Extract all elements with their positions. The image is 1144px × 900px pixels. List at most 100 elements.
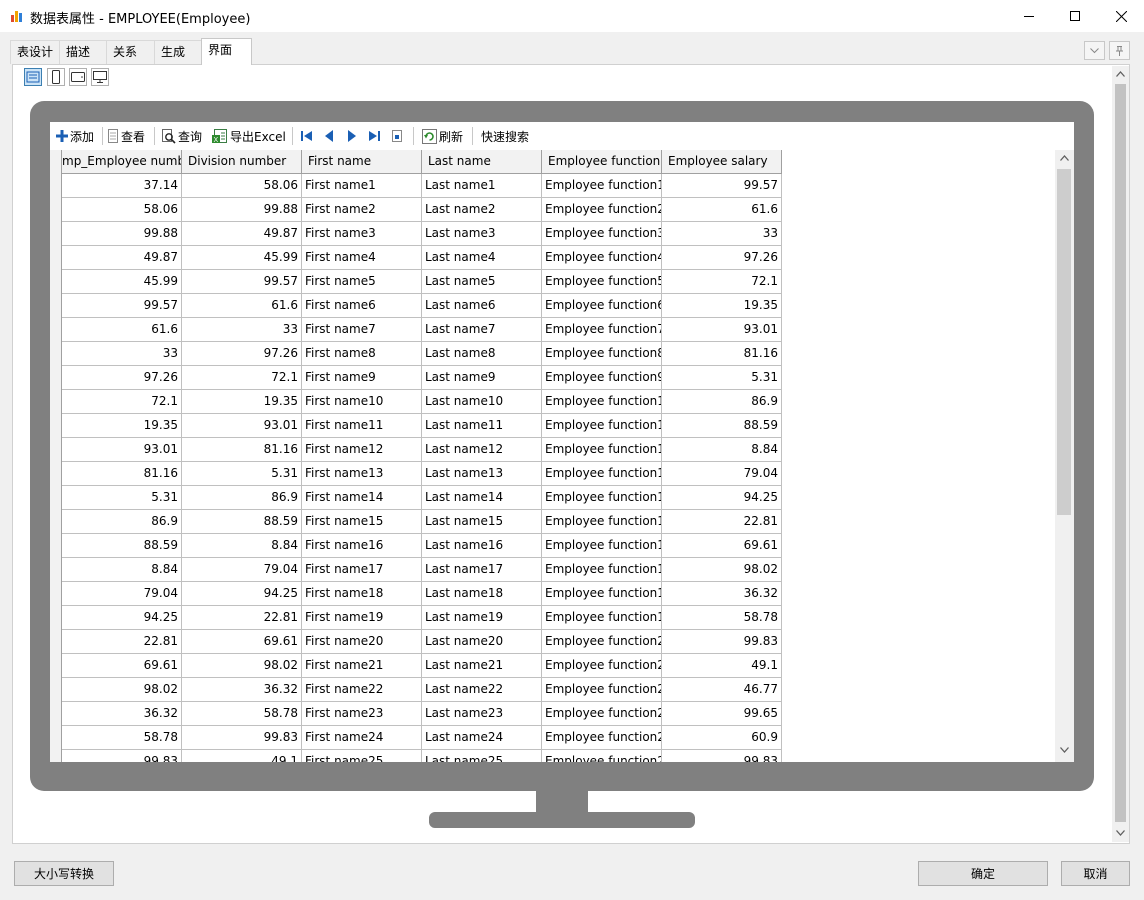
close-button[interactable]: [1098, 0, 1144, 32]
cell-emp-employee-number[interactable]: 19.35: [62, 414, 182, 438]
cell-employee-salary[interactable]: 61.6: [662, 198, 782, 222]
cell-last-name[interactable]: Last name13: [422, 462, 542, 486]
cell-employee-salary[interactable]: 97.26: [662, 246, 782, 270]
cell-employee-function[interactable]: Employee function1: [542, 414, 662, 438]
cell-last-name[interactable]: Last name7: [422, 318, 542, 342]
previous-record-button[interactable]: [323, 127, 335, 145]
data-grid[interactable]: mp_Employee numbe Division number First na…: [50, 150, 1055, 762]
cell-emp-employee-number[interactable]: 79.04: [62, 582, 182, 606]
cell-emp-employee-number[interactable]: 45.99: [62, 270, 182, 294]
cell-division-number[interactable]: 99.83: [182, 726, 302, 750]
cell-employee-salary[interactable]: 79.04: [662, 462, 782, 486]
cell-employee-salary[interactable]: 81.16: [662, 342, 782, 366]
ok-button[interactable]: 确定: [918, 861, 1048, 886]
cell-employee-function[interactable]: Employee function2: [542, 678, 662, 702]
cell-emp-employee-number[interactable]: 97.26: [62, 366, 182, 390]
cell-first-name[interactable]: First name19: [302, 606, 422, 630]
cell-employee-salary[interactable]: 8.84: [662, 438, 782, 462]
cell-division-number[interactable]: 69.61: [182, 630, 302, 654]
cell-employee-function[interactable]: Employee function1: [542, 462, 662, 486]
cell-last-name[interactable]: Last name3: [422, 222, 542, 246]
cell-emp-employee-number[interactable]: 99.83: [62, 750, 182, 762]
cell-division-number[interactable]: 94.25: [182, 582, 302, 606]
column-header-emp-employee-number[interactable]: mp_Employee numbe: [62, 150, 182, 174]
cell-division-number[interactable]: 19.35: [182, 390, 302, 414]
cell-last-name[interactable]: Last name23: [422, 702, 542, 726]
cell-employee-salary[interactable]: 22.81: [662, 510, 782, 534]
cell-first-name[interactable]: First name9: [302, 366, 422, 390]
cell-division-number[interactable]: 45.99: [182, 246, 302, 270]
cell-last-name[interactable]: Last name2: [422, 198, 542, 222]
cell-last-name[interactable]: Last name16: [422, 534, 542, 558]
cell-emp-employee-number[interactable]: 49.87: [62, 246, 182, 270]
cell-first-name[interactable]: First name15: [302, 510, 422, 534]
table-row[interactable]: 86.9 88.59 First name15 Last name15 Employee…: [62, 510, 782, 534]
panel-scroll-thumb[interactable]: [1115, 84, 1126, 822]
cell-last-name[interactable]: Last name11: [422, 414, 542, 438]
cell-division-number[interactable]: 79.04: [182, 558, 302, 582]
cell-last-name[interactable]: Last name4: [422, 246, 542, 270]
minimize-button[interactable]: [1006, 0, 1052, 32]
cell-employee-function[interactable]: Employee function1: [542, 438, 662, 462]
cell-last-name[interactable]: Last name25: [422, 750, 542, 762]
maximize-button[interactable]: [1052, 0, 1098, 32]
table-row[interactable]: 45.99 99.57 First name5 Last name5 Employee …: [62, 270, 782, 294]
tab-generate[interactable]: 生成: [154, 40, 202, 64]
cell-last-name[interactable]: Last name9: [422, 366, 542, 390]
cell-employee-salary[interactable]: 98.02: [662, 558, 782, 582]
panel-scrollbar[interactable]: [1112, 66, 1129, 842]
cell-employee-function[interactable]: Employee function2: [542, 750, 662, 762]
cell-division-number[interactable]: 58.06: [182, 174, 302, 198]
scroll-up-icon[interactable]: [1116, 71, 1125, 77]
table-row[interactable]: 58.06 99.88 First name2 Last name2 Employee …: [62, 198, 782, 222]
cell-division-number[interactable]: 93.01: [182, 414, 302, 438]
cell-employee-salary[interactable]: 93.01: [662, 318, 782, 342]
table-row[interactable]: 8.84 79.04 First name17 Last name17 Employee…: [62, 558, 782, 582]
cell-last-name[interactable]: Last name18: [422, 582, 542, 606]
cell-last-name[interactable]: Last name6: [422, 294, 542, 318]
cell-last-name[interactable]: Last name8: [422, 342, 542, 366]
pin-button[interactable]: [1109, 41, 1130, 60]
table-row[interactable]: 19.35 93.01 First name11 Last name11 Employe…: [62, 414, 782, 438]
form-view-button[interactable]: [24, 68, 42, 86]
cell-emp-employee-number[interactable]: 81.16: [62, 462, 182, 486]
cell-last-name[interactable]: Last name5: [422, 270, 542, 294]
cell-first-name[interactable]: First name13: [302, 462, 422, 486]
cell-employee-function[interactable]: Employee function2: [542, 630, 662, 654]
column-header-last-name[interactable]: Last name: [422, 150, 542, 174]
cell-emp-employee-number[interactable]: 93.01: [62, 438, 182, 462]
cell-employee-function[interactable]: Employee function2: [542, 702, 662, 726]
cell-division-number[interactable]: 86.9: [182, 486, 302, 510]
table-row[interactable]: 81.16 5.31 First name13 Last name13 Employee…: [62, 462, 782, 486]
table-row[interactable]: 88.59 8.84 First name16 Last name16 Employee…: [62, 534, 782, 558]
cell-employee-function[interactable]: Employee function5: [542, 270, 662, 294]
cell-last-name[interactable]: Last name1: [422, 174, 542, 198]
table-row[interactable]: 69.61 98.02 First name21 Last name21 Employe…: [62, 654, 782, 678]
cell-first-name[interactable]: First name8: [302, 342, 422, 366]
cell-last-name[interactable]: Last name20: [422, 630, 542, 654]
cell-employee-function[interactable]: Employee function3: [542, 222, 662, 246]
cell-employee-function[interactable]: Employee function2: [542, 654, 662, 678]
refresh-button[interactable]: 刷新: [422, 127, 463, 145]
column-header-first-name[interactable]: First name: [302, 150, 422, 174]
cell-division-number[interactable]: 5.31: [182, 462, 302, 486]
cell-first-name[interactable]: First name24: [302, 726, 422, 750]
cell-employee-function[interactable]: Employee function1: [542, 174, 662, 198]
cell-division-number[interactable]: 8.84: [182, 534, 302, 558]
table-row[interactable]: 99.88 49.87 First name3 Last name3 Employee …: [62, 222, 782, 246]
table-row[interactable]: 33 97.26 First name8 Last name8 Employee fun…: [62, 342, 782, 366]
cell-emp-employee-number[interactable]: 33: [62, 342, 182, 366]
tab-relations[interactable]: 关系: [106, 40, 155, 64]
case-convert-button[interactable]: 大小写转换: [14, 861, 114, 886]
cell-employee-function[interactable]: Employee function2: [542, 198, 662, 222]
cell-division-number[interactable]: 72.1: [182, 366, 302, 390]
table-row[interactable]: 61.6 33 First name7 Last name7 Employee func…: [62, 318, 782, 342]
table-row[interactable]: 22.81 69.61 First name20 Last name20 Employe…: [62, 630, 782, 654]
cell-division-number[interactable]: 98.02: [182, 654, 302, 678]
table-row[interactable]: 72.1 19.35 First name10 Last name10 Employee…: [62, 390, 782, 414]
table-row[interactable]: 5.31 86.9 First name14 Last name14 Employee …: [62, 486, 782, 510]
cell-emp-employee-number[interactable]: 61.6: [62, 318, 182, 342]
cell-employee-salary[interactable]: 99.83: [662, 750, 782, 762]
table-row[interactable]: 37.14 58.06 First name1 Last name1 Employee …: [62, 174, 782, 198]
cell-employee-function[interactable]: Employee function1: [542, 486, 662, 510]
